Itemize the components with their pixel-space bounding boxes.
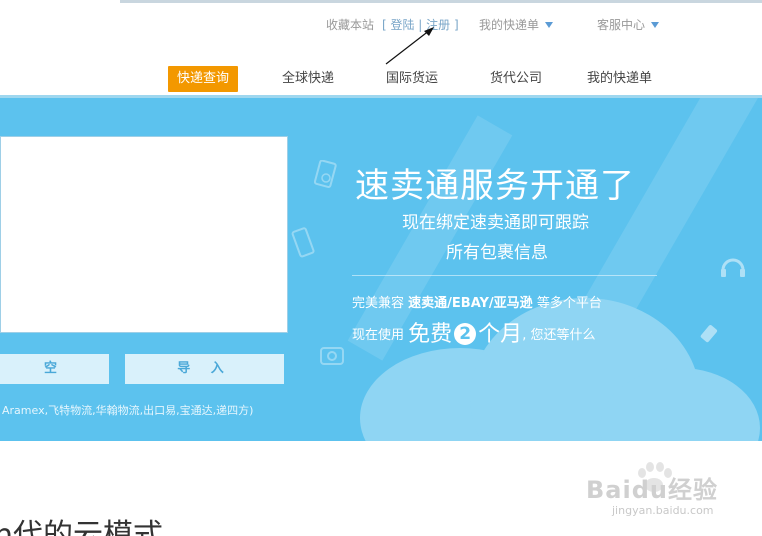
top-border-line (120, 0, 762, 3)
nav-tab-express-query[interactable]: 快递查询 (168, 66, 239, 92)
clear-button[interactable]: 空 (0, 354, 109, 384)
nav-tab-my-orders[interactable]: 我的快递单 (587, 66, 652, 92)
compat-suffix: 等多个平台 (536, 296, 602, 311)
camera-icon (320, 347, 344, 365)
service-center-dropdown[interactable]: 客服中心 (597, 16, 660, 33)
headphones-icon (721, 258, 745, 277)
promo-compat-line: 完美兼容 速卖通/EBAY/亚马逊 等多个平台 (352, 292, 602, 311)
promo-offer-line: 现在使用 免费 2 个月, 您还等什么 (352, 316, 595, 348)
promo-line-1: 现在绑定速卖通即可跟踪 (402, 213, 589, 233)
compat-prefix: 完美兼容 (352, 296, 405, 311)
chevron-down-icon (545, 22, 554, 28)
offer-number-badge: 2 (454, 323, 477, 345)
annotation-arrow-icon (385, 27, 434, 65)
nav-tab-forwarders[interactable]: 货代公司 (490, 66, 542, 92)
watermark-brand: Baidu经验 (586, 476, 718, 504)
promo-divider (352, 275, 657, 276)
compat-platforms: 速卖通/EBAY/亚马逊 (408, 296, 533, 311)
supported-carriers-note: Aramex,飞特物流,华翰物流,出口易,宝通达,递四方) (2, 404, 254, 417)
chevron-down-icon (651, 22, 660, 28)
promo-line-2: 所有包裹信息 (446, 243, 548, 263)
tracking-number-textarea[interactable] (0, 136, 288, 333)
offer-free: 免费 (408, 322, 453, 347)
offer-suffix: , 您还等什么 (522, 328, 596, 343)
banner-decoration (578, 98, 762, 335)
media-player-icon (314, 160, 337, 188)
main-nav: 快递查询 全球快递 国际货运 货代公司 我的快递单 (0, 66, 762, 94)
my-orders-dropdown[interactable]: 我的快递单 (479, 16, 554, 33)
nav-tab-international-freight[interactable]: 国际货运 (386, 66, 438, 92)
promo-title: 速卖通服务开通了 (355, 166, 635, 206)
nav-tab-global-express[interactable]: 全球快递 (282, 66, 334, 92)
import-button[interactable]: 导 入 (125, 354, 284, 384)
section-heading: η代的云模式 (0, 518, 164, 536)
service-center-label: 客服中心 (597, 18, 646, 32)
usb-drive-icon (700, 325, 718, 343)
watermark-site: jingyan.baidu.com (612, 504, 714, 517)
favorite-link[interactable]: 收藏本站 (326, 16, 374, 33)
offer-unit: 个月 (478, 322, 523, 347)
phone-icon (291, 227, 315, 258)
promo-banner: 空 导 入 Aramex,飞特物流,华翰物流,出口易,宝通达,递四方) 速卖通服… (0, 95, 762, 441)
my-orders-label: 我的快递单 (479, 18, 540, 32)
offer-prefix: 现在使用 (352, 328, 405, 343)
